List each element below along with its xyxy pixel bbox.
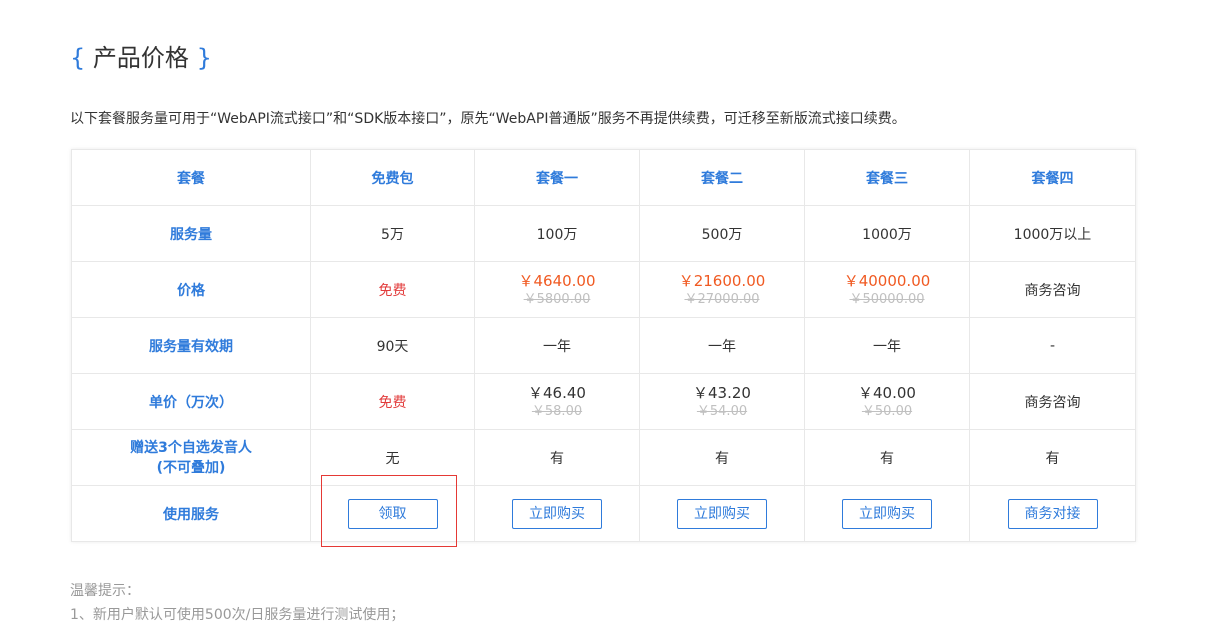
original-price: ￥27000.00 xyxy=(684,291,760,307)
header-cell-plan3: 套餐三 xyxy=(804,149,970,206)
claim-button[interactable]: 领取 xyxy=(347,498,438,529)
table-row-validity: 服务量有效期 90天 一年 一年 一年 - xyxy=(71,317,1136,374)
table-row-service: 使用服务 领取 立即购买 立即购买 立即购买 商务对接 xyxy=(71,485,1136,542)
table-cell: ￥40.00 ￥50.00 xyxy=(804,373,970,430)
current-unit-price: ￥40.00 xyxy=(858,383,916,402)
table-cell: 90天 xyxy=(310,317,475,374)
table-row-voices: 赠送3个自选发音人 (不可叠加) 无 有 有 有 有 xyxy=(71,429,1136,486)
table-cell: 有 xyxy=(969,429,1136,486)
table-cell: 一年 xyxy=(804,317,970,374)
table-cell: ￥4640.00 ￥5800.00 xyxy=(474,261,640,318)
title-open-brace: { xyxy=(70,44,86,72)
table-cell: 100万 xyxy=(474,205,640,262)
table-cell: 立即购买 xyxy=(639,485,805,542)
original-price: ￥50000.00 xyxy=(849,291,925,307)
table-cell: 商务咨询 xyxy=(969,261,1136,318)
table-cell: 一年 xyxy=(639,317,805,374)
table-cell: 1000万 xyxy=(804,205,970,262)
original-price: ￥5800.00 xyxy=(523,291,591,307)
row-label-voices-line1: 赠送3个自选发音人 xyxy=(130,439,252,456)
free-unit-price: 免费 xyxy=(378,394,407,411)
table-cell: 领取 xyxy=(310,485,475,542)
original-unit-price: ￥54.00 xyxy=(696,403,748,419)
current-price: ￥21600.00 xyxy=(678,271,766,290)
row-label-unit-price: 单价（万次） xyxy=(71,373,311,430)
table-cell: ￥21600.00 ￥27000.00 xyxy=(639,261,805,318)
table-cell: 商务对接 xyxy=(969,485,1136,542)
row-label-volume: 服务量 xyxy=(71,205,311,262)
table-cell: 1000万以上 xyxy=(969,205,1136,262)
table-cell: ￥46.40 ￥58.00 xyxy=(474,373,640,430)
current-price: ￥4640.00 xyxy=(518,271,596,290)
header-cell-free: 免费包 xyxy=(310,149,475,206)
tips-item: 1、新用户默认可使用500次/日服务量进行测试使用； xyxy=(70,607,405,623)
table-cell: - xyxy=(969,317,1136,374)
table-row-price: 价格 免费 ￥4640.00 ￥5800.00 ￥21600.00 ￥27000… xyxy=(71,261,1136,318)
table-cell: 有 xyxy=(804,429,970,486)
buy-plan3-button[interactable]: 立即购买 xyxy=(842,498,932,529)
table-cell: 免费 xyxy=(310,373,475,430)
table-cell: 立即购买 xyxy=(474,485,640,542)
tips-title: 温馨提示： xyxy=(70,583,140,599)
row-label-validity: 服务量有效期 xyxy=(71,317,311,374)
title-text: 产品价格 xyxy=(92,44,189,72)
table-row-volume: 服务量 5万 100万 500万 1000万 1000万以上 xyxy=(71,205,1136,262)
intro-text: 以下套餐服务量可用于“WebAPI流式接口”和“SDK版本接口”，原先“WebA… xyxy=(70,111,906,127)
buy-plan1-button[interactable]: 立即购买 xyxy=(512,498,602,529)
title-close-brace: } xyxy=(196,44,212,72)
table-cell: 有 xyxy=(639,429,805,486)
header-cell-plan1: 套餐一 xyxy=(474,149,640,206)
row-label-voices: 赠送3个自选发音人 (不可叠加) xyxy=(71,429,311,486)
row-label-voices-line2: (不可叠加) xyxy=(156,459,226,476)
current-unit-price: ￥46.40 xyxy=(528,383,586,402)
current-price: ￥40000.00 xyxy=(843,271,931,290)
current-unit-price: ￥43.20 xyxy=(693,383,751,402)
original-unit-price: ￥50.00 xyxy=(861,403,913,419)
header-cell-plan: 套餐 xyxy=(71,149,311,206)
table-cell: 有 xyxy=(474,429,640,486)
free-price: 免费 xyxy=(378,282,407,299)
table-cell: 5万 xyxy=(310,205,475,262)
table-cell: ￥40000.00 ￥50000.00 xyxy=(804,261,970,318)
business-contact-button[interactable]: 商务对接 xyxy=(1007,498,1098,529)
row-label-price: 价格 xyxy=(71,261,311,318)
table-cell: 免费 xyxy=(310,261,475,318)
header-cell-plan4: 套餐四 xyxy=(969,149,1136,206)
table-cell: 一年 xyxy=(474,317,640,374)
page-title: { 产品价格 } xyxy=(70,38,212,73)
header-cell-plan2: 套餐二 xyxy=(639,149,805,206)
table-header-row: 套餐 免费包 套餐一 套餐二 套餐三 套餐四 xyxy=(71,149,1136,206)
buy-plan2-button[interactable]: 立即购买 xyxy=(677,498,767,529)
table-cell: ￥43.20 ￥54.00 xyxy=(639,373,805,430)
table-cell: 商务咨询 xyxy=(969,373,1136,430)
pricing-table: 套餐 免费包 套餐一 套餐二 套餐三 套餐四 服务量 5万 100万 500万 … xyxy=(71,149,1136,542)
table-cell: 500万 xyxy=(639,205,805,262)
row-label-service: 使用服务 xyxy=(71,485,311,542)
table-cell: 立即购买 xyxy=(804,485,970,542)
table-cell: 无 xyxy=(310,429,475,486)
original-unit-price: ￥58.00 xyxy=(531,403,583,419)
table-row-unit-price: 单价（万次） 免费 ￥46.40 ￥58.00 ￥43.20 ￥54.00 ￥4… xyxy=(71,373,1136,430)
